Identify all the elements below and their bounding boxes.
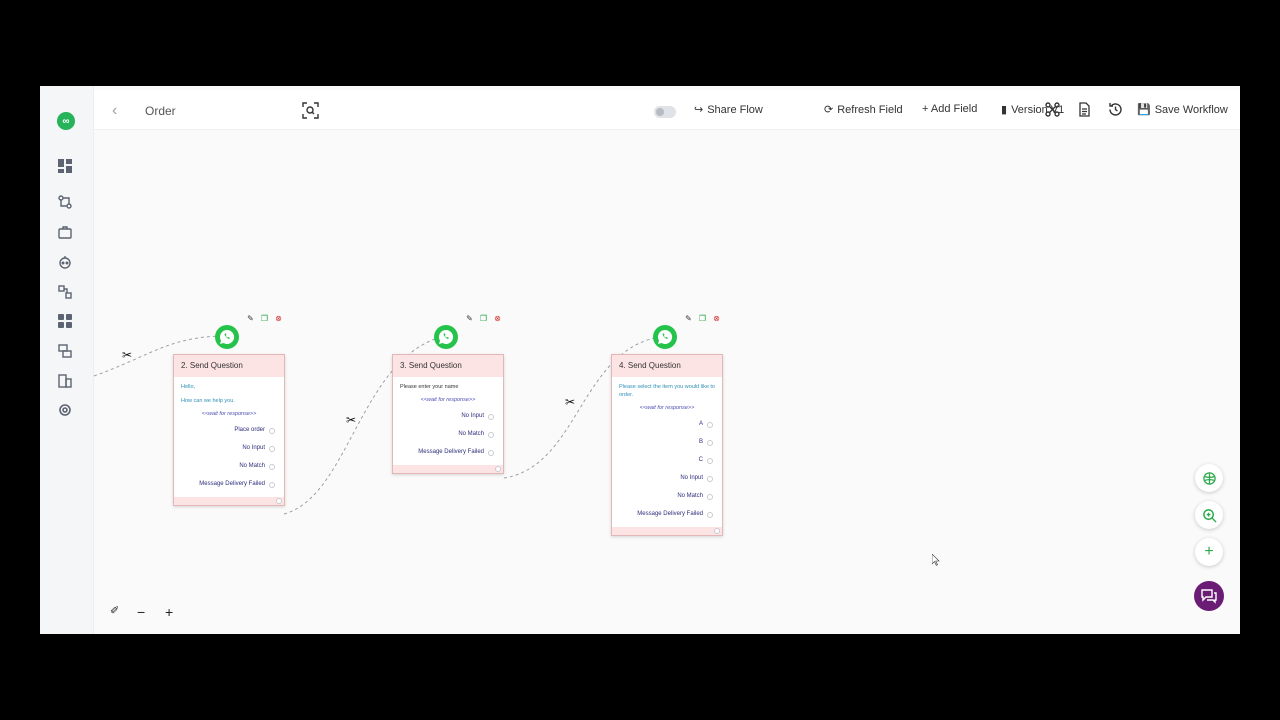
copy-icon[interactable]: ❐ (698, 314, 707, 323)
refresh-icon: ⟳ (824, 104, 834, 116)
wait-label: <<wait for response>> (201, 411, 257, 417)
building-icon[interactable] (57, 373, 73, 389)
option-port[interactable]: A (619, 415, 715, 433)
share-flow-button[interactable]: ↪ Share Flow (694, 103, 763, 117)
toolbar: ‹ Order ↪ Share Flow ⟳ Refresh Field + A… (94, 90, 1240, 130)
back-icon[interactable]: ‹ (112, 102, 117, 120)
cut-connector-icon[interactable]: ✂ (122, 348, 132, 362)
cut-connector-icon[interactable]: ✂ (565, 395, 575, 409)
dashboard-icon[interactable] (57, 158, 73, 174)
card-title: 3. Send Question (393, 355, 503, 377)
card-title: 4. Send Question (612, 355, 722, 377)
edit-icon[interactable]: ✎ (465, 314, 474, 323)
focus-view-icon[interactable] (302, 102, 319, 119)
sidebar: ∞ (40, 86, 94, 634)
flow-icon[interactable] (57, 194, 73, 210)
zoom-in-icon[interactable]: + (165, 604, 173, 620)
history-icon[interactable] (1108, 102, 1123, 117)
debug-icon[interactable] (1045, 102, 1060, 117)
message-line: Please enter your name (400, 384, 459, 390)
option-port[interactable]: Message Delivery Failed (619, 505, 715, 523)
whatsapp-icon (434, 325, 458, 349)
mouse-cursor-icon (932, 554, 940, 566)
ai-icon[interactable] (1195, 464, 1223, 492)
wait-label: <<wait for response>> (639, 405, 695, 411)
send-question-card[interactable]: 3. Send Question Please enter your name … (392, 354, 504, 474)
copy-icon[interactable]: ❐ (479, 314, 488, 323)
option-port[interactable]: No Input (181, 439, 277, 457)
card-toolbar: ✎ ❐ ⊗ (465, 314, 502, 323)
card-toolbar: ✎ ❐ ⊗ (684, 314, 721, 323)
save-icon: 💾 (1137, 104, 1151, 116)
card-title: 2. Send Question (174, 355, 284, 377)
version-icon: ▮ (1001, 104, 1008, 116)
delete-icon[interactable]: ⊗ (274, 314, 283, 323)
apps-icon[interactable] (57, 313, 73, 329)
chat-icon[interactable] (1194, 581, 1224, 611)
send-question-card[interactable]: 4. Send Question Please select the item … (611, 354, 723, 536)
delete-icon[interactable]: ⊗ (712, 314, 721, 323)
copy-icon[interactable]: ❐ (260, 314, 269, 323)
refresh-field-button[interactable]: ⟳ Refresh Field (824, 103, 903, 117)
logo-icon[interactable]: ∞ (57, 112, 75, 130)
add-icon[interactable]: + (1195, 538, 1223, 566)
whatsapp-icon (215, 325, 239, 349)
integration-icon[interactable] (57, 284, 73, 300)
message-line: Hello, (181, 384, 196, 390)
magic-wand-icon[interactable]: ✐ (110, 604, 119, 617)
message-line: Please select the item you would like to… (619, 384, 715, 398)
share-icon: ↪ (694, 104, 704, 116)
wait-label: <<wait for response>> (420, 397, 476, 403)
edit-icon[interactable]: ✎ (246, 314, 255, 323)
option-port[interactable]: Place order (181, 421, 277, 439)
cut-connector-icon[interactable]: ✂ (346, 413, 356, 427)
settings-icon[interactable] (57, 402, 73, 418)
zoom-out-icon[interactable]: − (137, 604, 145, 620)
whatsapp-icon (653, 325, 677, 349)
add-field-button[interactable]: + Add Field (922, 103, 977, 115)
save-workflow-button[interactable]: 💾 Save Workflow (1137, 103, 1228, 117)
option-port[interactable]: Message Delivery Failed (400, 443, 496, 461)
card-footer (174, 497, 284, 505)
app-window: ∞ ‹ Order ↪ Share Flow ⟳ Refresh Field +… (40, 86, 1240, 634)
briefcase-icon[interactable] (57, 224, 73, 240)
option-port[interactable]: No Input (619, 469, 715, 487)
flow-title: Order (145, 104, 176, 118)
templates-icon[interactable] (57, 343, 73, 359)
option-port[interactable]: No Match (181, 457, 277, 475)
zoom-search-icon[interactable] (1195, 501, 1223, 529)
option-port[interactable]: B (619, 433, 715, 451)
option-port[interactable]: Message Delivery Failed (181, 475, 277, 493)
option-port[interactable]: No Input (400, 407, 496, 425)
bot-icon[interactable] (57, 254, 73, 270)
card-toolbar: ✎ ❐ ⊗ (246, 314, 283, 323)
document-icon[interactable] (1077, 102, 1092, 117)
option-port[interactable]: C (619, 451, 715, 469)
edit-icon[interactable]: ✎ (684, 314, 693, 323)
card-footer (393, 465, 503, 473)
card-footer (612, 527, 722, 535)
send-question-card[interactable]: 2. Send Question Hello, How can we help … (173, 354, 285, 506)
option-port[interactable]: No Match (619, 487, 715, 505)
message-line: How can we help you. (181, 398, 235, 404)
delete-icon[interactable]: ⊗ (493, 314, 502, 323)
flow-toggle[interactable] (654, 106, 676, 118)
option-port[interactable]: No Match (400, 425, 496, 443)
